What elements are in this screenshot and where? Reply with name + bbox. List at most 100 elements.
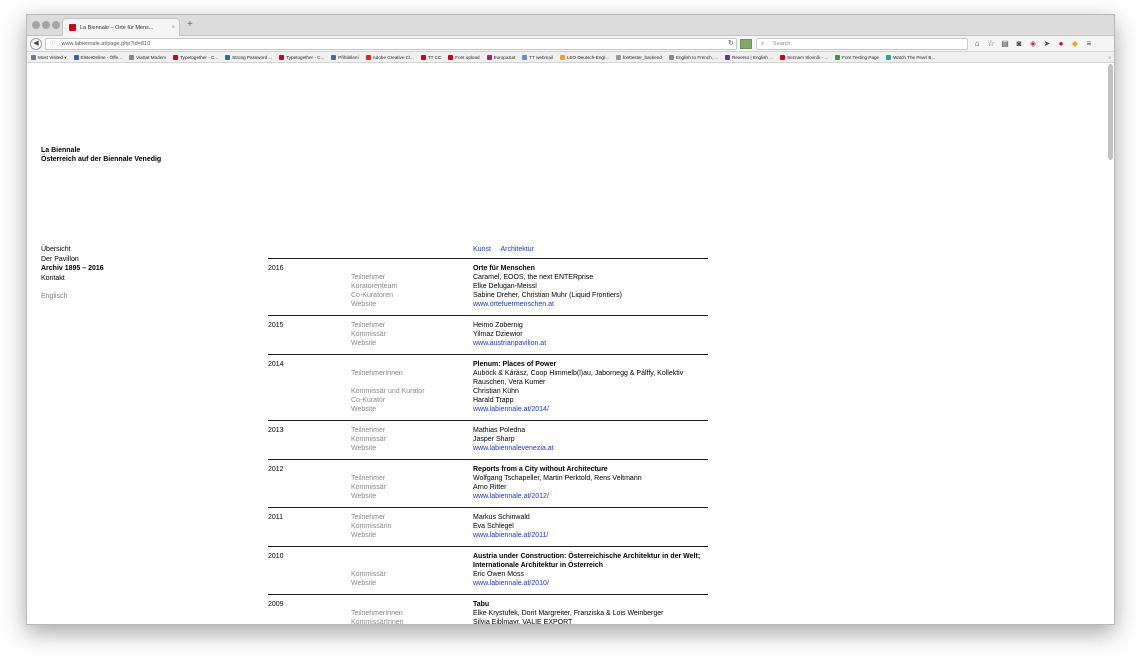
bookmarks-library-icon[interactable]: ▤ bbox=[1001, 38, 1009, 49]
back-button[interactable]: ◀ bbox=[30, 38, 42, 50]
archive-role: Website bbox=[351, 445, 377, 452]
archive-value: Eva Schlegel bbox=[473, 523, 514, 530]
nav-item-archiv[interactable]: Archiv 1895 – 2016 bbox=[41, 264, 104, 274]
bookmark-favicon-icon bbox=[420, 55, 426, 60]
bookmark-item[interactable]: Přihlášení bbox=[331, 52, 359, 62]
archive-value: Heimo Zobernig bbox=[473, 322, 523, 329]
search-placeholder: Search bbox=[773, 41, 791, 47]
bookmark-item[interactable]: English to French, ... bbox=[668, 52, 718, 62]
archive-website-link[interactable]: www.labiennale.at/2014/ bbox=[473, 405, 708, 414]
tab-close-icon[interactable]: × bbox=[171, 25, 175, 31]
archive-role: KommissärInnen bbox=[351, 619, 404, 625]
bookmark-item[interactable]: LEO Deutsch-Engl... bbox=[559, 52, 609, 62]
bookmark-item[interactable]: Adobe Creative Cl... bbox=[365, 52, 414, 62]
bookmark-favicon-icon bbox=[668, 55, 674, 60]
archive-value: Harald Trapp bbox=[473, 397, 514, 404]
filter-kunst[interactable]: Kunst bbox=[473, 246, 491, 253]
archive-role: Teilnehmer bbox=[351, 322, 386, 329]
archive-role: Website bbox=[351, 493, 377, 500]
bookmark-item[interactable]: Typetogether - C... bbox=[173, 52, 218, 62]
archive-year: 2014 bbox=[268, 361, 284, 368]
nav-item-pavillon[interactable]: Der Pavillon bbox=[41, 255, 104, 265]
zoom-window-icon[interactable] bbox=[52, 21, 60, 29]
bookmark-item[interactable]: EuropaSat bbox=[486, 52, 516, 62]
archive-entry: 2012 Reports from a City without Architec… bbox=[268, 459, 708, 507]
site-title[interactable]: La Biennale Österreich auf der Biennale … bbox=[41, 146, 161, 164]
archive-website-link[interactable]: www.labiennale.at/2010/ bbox=[473, 579, 708, 588]
menu-icon[interactable]: ≡ bbox=[1085, 38, 1093, 49]
archive-value: Eric Owen Moss bbox=[473, 571, 524, 578]
bookmark-item[interactable]: Font upload bbox=[448, 52, 480, 62]
adblock-icon[interactable]: ● bbox=[1057, 38, 1065, 49]
bookmark-item[interactable]: Strong Password ... bbox=[225, 52, 272, 62]
bookmark-item[interactable]: Reverso | English ... bbox=[725, 52, 774, 62]
bookmark-item[interactable]: Seznam Slovník - ... bbox=[780, 52, 828, 62]
site-title-line1: La Biennale bbox=[41, 147, 81, 154]
archive-title: Austria under Construction: Österreichis… bbox=[473, 553, 701, 569]
archive-website-link[interactable]: www.labiennale.at/2011/ bbox=[473, 531, 708, 540]
search-engine-icon[interactable] bbox=[740, 39, 752, 49]
archive-role: Website bbox=[351, 406, 377, 413]
site-info-icon[interactable]: ⓘ bbox=[50, 41, 56, 47]
new-tab-button[interactable]: + bbox=[187, 20, 193, 30]
archive-value: Silvia Eiblmayr, VALIE EXPORT bbox=[473, 619, 573, 625]
filter-architektur[interactable]: Architektur bbox=[500, 246, 533, 253]
pocket-icon[interactable]: ◙ bbox=[1015, 38, 1023, 49]
bookmark-favicon-icon bbox=[225, 55, 231, 60]
bookmark-favicon-icon bbox=[129, 55, 135, 60]
nav-item-kontakt[interactable]: Kontakt bbox=[41, 274, 104, 284]
bookmark-label: Most Visited ▾ bbox=[38, 55, 67, 60]
archive-year: 2015 bbox=[268, 322, 284, 329]
minimize-window-icon[interactable] bbox=[42, 21, 50, 29]
bookmark-favicon-icon bbox=[279, 55, 285, 60]
archive-role: Website bbox=[351, 301, 377, 308]
bookmark-favicon-icon bbox=[173, 55, 179, 60]
bookmark-star-icon[interactable]: ☆ bbox=[987, 38, 995, 49]
archive-value: Wolfgang Tschapeller, Martin Perktold, R… bbox=[473, 475, 642, 482]
send-icon[interactable]: ➤ bbox=[1043, 38, 1051, 49]
bookmark-favicon-icon bbox=[31, 55, 36, 60]
archive-website-link[interactable]: www.austrianpavilion.at bbox=[473, 339, 708, 348]
browser-window: La Biennale – Orte für Mens... × + ◀ ⓘ ww… bbox=[26, 14, 1115, 625]
bookmark-item[interactable]: fonttester_backend bbox=[615, 52, 662, 62]
archive-website-link[interactable]: www.labiennalevenezia.at bbox=[473, 444, 708, 453]
bookmark-item[interactable]: Font Testing Page bbox=[835, 52, 879, 62]
home-icon[interactable]: ⌂ bbox=[973, 38, 981, 49]
search-input[interactable]: ⌕ Search bbox=[756, 38, 968, 50]
nav-item-uebersicht[interactable]: Übersicht bbox=[41, 245, 104, 255]
archive-role: Co-Kuratoren bbox=[351, 292, 394, 299]
archive-role: TeilnehmerInnen bbox=[351, 370, 403, 377]
bookmark-item[interactable]: Most Visited ▾ bbox=[31, 52, 67, 62]
bookmark-item[interactable]: TT CC bbox=[420, 52, 441, 62]
archive-value: Mathias Poledna bbox=[473, 427, 526, 434]
scrollbar[interactable] bbox=[1108, 64, 1113, 160]
bookmark-item[interactable]: ViaSat Modem bbox=[129, 52, 166, 62]
archive-website-link[interactable]: www.ortefuermenschen.at bbox=[473, 300, 708, 309]
archive-role: Teilnehmer bbox=[351, 274, 386, 281]
archive-website-link[interactable]: www.labiennale.at/2012/ bbox=[473, 492, 708, 501]
bookmark-item[interactable]: Watch The Pearl B... bbox=[886, 52, 935, 62]
page-content: La Biennale Österreich auf der Biennale … bbox=[27, 64, 1114, 625]
close-window-icon[interactable] bbox=[32, 21, 40, 29]
archive-entry: 2016 Orte für Menschen Teilnehmer Caramel, … bbox=[268, 258, 708, 315]
bookmark-label: Font upload bbox=[455, 55, 480, 60]
bookmark-label: EuropaSat bbox=[493, 55, 516, 60]
bookmark-label: fonttester_backend bbox=[622, 55, 662, 60]
bookmark-label: Reverso | English ... bbox=[732, 55, 774, 60]
bookmark-item[interactable]: ElsterOnline - Öffe... bbox=[73, 52, 122, 62]
archive-entry: 2010 Austria under Construction: Österrei… bbox=[268, 546, 708, 594]
bookmark-item[interactable]: TT webmail bbox=[522, 52, 553, 62]
browser-tab[interactable]: La Biennale – Orte für Mens... × bbox=[62, 18, 180, 36]
reload-icon[interactable]: ↻ bbox=[728, 39, 734, 47]
archive-year: 2016 bbox=[268, 265, 284, 272]
language-switch[interactable]: Englisch bbox=[41, 292, 104, 302]
bookmarks-overflow-button[interactable]: » bbox=[1108, 52, 1111, 62]
bookmark-favicon-icon bbox=[559, 55, 565, 60]
bookmark-favicon-icon bbox=[725, 55, 731, 60]
extension-shield-icon[interactable]: ◈ bbox=[1029, 38, 1037, 49]
archive-title: Plenum: Places of Power bbox=[473, 361, 557, 368]
archive-entry: 2011 Teilnehmer Markus Schinwald Kommissäri… bbox=[268, 507, 708, 546]
bookmark-item[interactable]: Typetogether - C... bbox=[279, 52, 324, 62]
notification-icon[interactable]: ◆ bbox=[1071, 38, 1079, 49]
url-bar[interactable]: ⓘ www.labiennale.at/page.php?id=810 bbox=[45, 38, 737, 50]
